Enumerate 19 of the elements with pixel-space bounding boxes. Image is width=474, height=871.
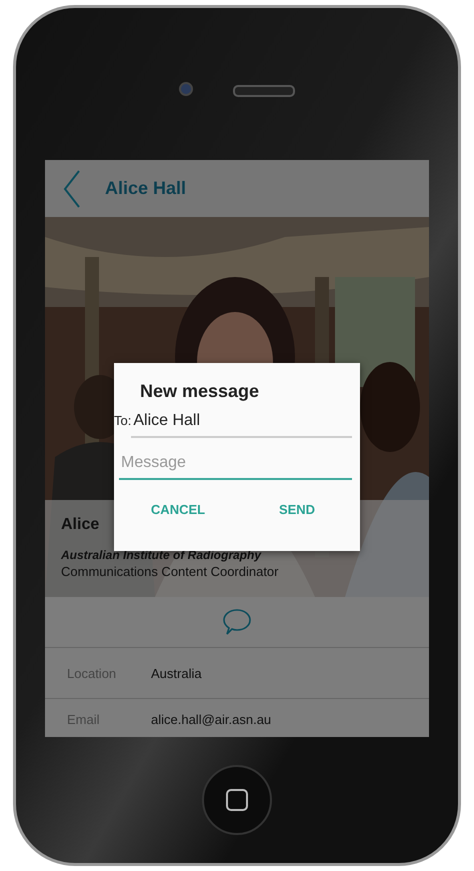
detail-value: alice.hall@air.asn.au — [151, 712, 272, 726]
profile-name: Alice — [61, 516, 100, 534]
dialog-button[interactable]: CANCEL — [140, 496, 216, 523]
dialog-title: New message — [139, 381, 260, 402]
camera-icon — [179, 82, 193, 96]
detail-label: Email — [66, 712, 101, 726]
message-field[interactable]: Message — [119, 448, 352, 480]
detail-label: Location — [66, 666, 118, 680]
back-icon[interactable] — [63, 168, 81, 208]
header-title: Alice Hall — [105, 178, 186, 199]
square-icon — [226, 789, 248, 811]
dialog-button[interactable]: SEND — [268, 496, 326, 523]
organization-text: Australian Institute of Radiography — [61, 548, 262, 562]
speaker-icon — [233, 85, 295, 97]
chat-bubble-icon[interactable] — [222, 608, 252, 636]
detail-value: Australia — [151, 666, 202, 680]
to-label: To: — [114, 413, 132, 428]
recipient-field: Alice Hall — [131, 410, 352, 438]
position-text: Communications Content Coordinator — [61, 564, 280, 579]
